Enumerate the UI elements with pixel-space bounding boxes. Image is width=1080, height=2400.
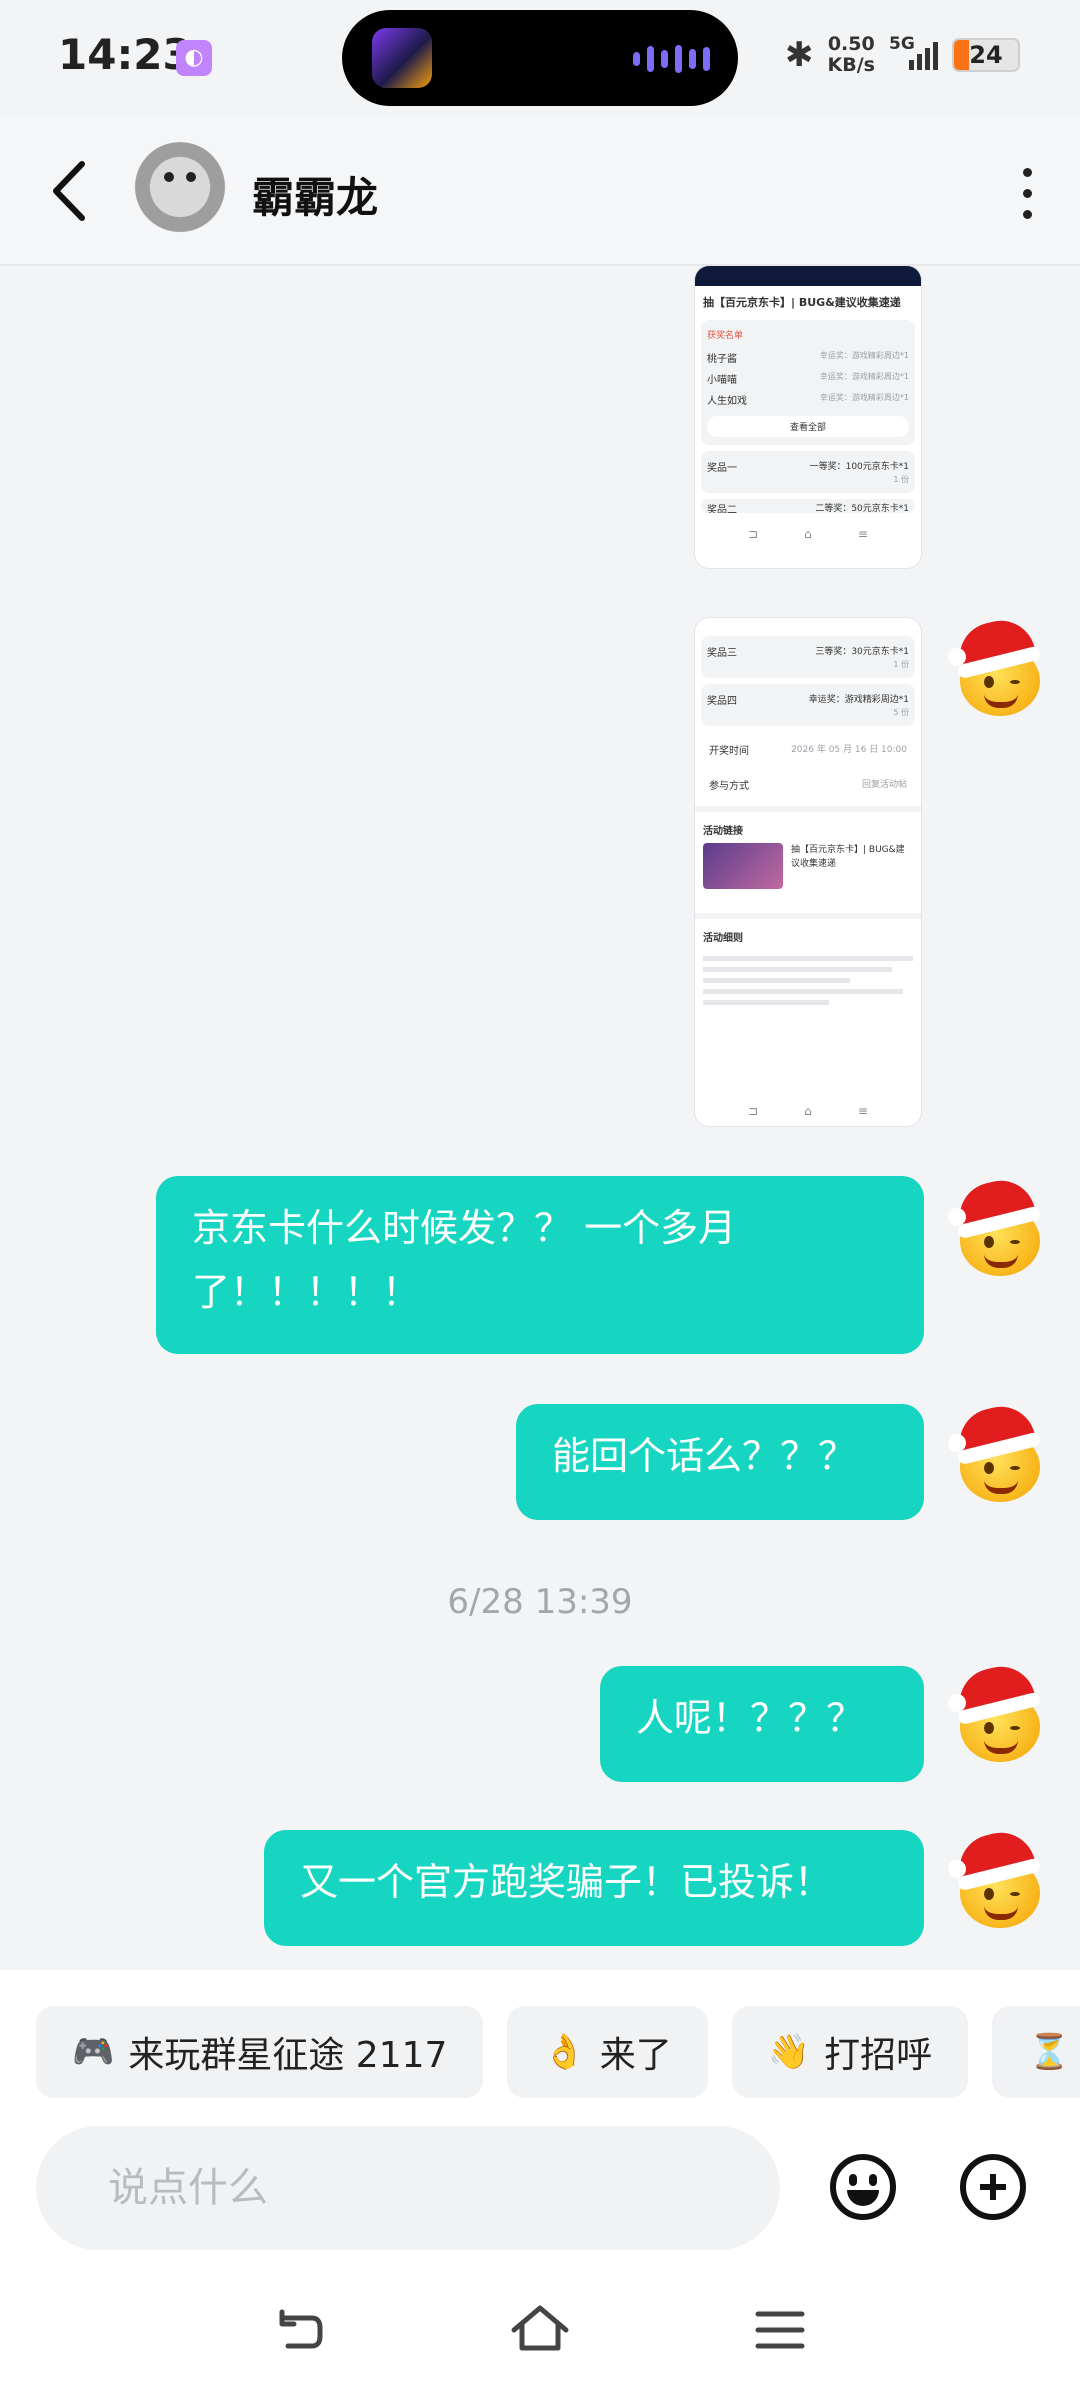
image-message[interactable]: 奖品三 三等奖：30元京东卡*1 1 份 奖品四 幸运奖：游戏精彩周边*1 5 … [695, 618, 921, 1126]
prize-row: 奖品一 一等奖：100元京东卡*1 1 份 [701, 451, 915, 493]
chat-screen: 14:23 ◐ ✱ 0.50 KB/s 5G 24 霸霸龙 抽【百元京东卡】| … [0, 0, 1080, 2400]
user-avatar[interactable] [948, 613, 1048, 718]
home-icon [511, 2305, 569, 2351]
message-bubble[interactable]: 又一个官方跑奖骗子！已投诉！ [264, 1830, 924, 1946]
message-list[interactable]: 抽【百元京东卡】| BUG&建议收集速递 获奖名单 桃子酱 幸运奖：游戏精彩周边… [0, 266, 1080, 1970]
signal-icon: 5G [889, 34, 938, 70]
draw-time-row: 开奖时间 2026 年 05 月 16 日 10:00 [709, 745, 907, 757]
message-input[interactable] [36, 2126, 780, 2250]
join-method-row: 参与方式 回复活动帖 [709, 780, 907, 792]
quick-reply-chip[interactable]: 🎮 来玩群星征途 2117 [36, 2006, 484, 2098]
hourglass-icon: ⏳ [1028, 2032, 1071, 2072]
user-avatar[interactable] [948, 1173, 1048, 1278]
menu-icon [755, 2311, 805, 2349]
status-time: 14:23 [58, 30, 192, 79]
status-indicators: ✱ 0.50 KB/s 5G 24 [785, 34, 1020, 76]
prize-row: 奖品四 幸运奖：游戏精彩周边*1 5 份 [701, 684, 915, 726]
message-bubble[interactable]: 京东卡什么时候发？？ 一个多月 了！！！！！ [156, 1176, 924, 1354]
winner-row: 小喵喵 幸运奖：游戏精彩周边*1 [707, 372, 909, 386]
message-bubble[interactable]: 能回个话么？？？ [516, 1404, 924, 1520]
network-speed: 0.50 KB/s [827, 33, 875, 76]
screenshot-nav-bar: ⊐ ⌂ ≡ [748, 527, 868, 541]
back-button[interactable] [40, 156, 100, 226]
activity-thumbnail [703, 843, 783, 889]
more-dot-icon [1022, 167, 1032, 177]
audio-wave-icon [633, 44, 710, 74]
composer-panel: 🎮 来玩群星征途 2117 👌 来了 👋 打招呼 ⏳ 游戏 [0, 1970, 1080, 2400]
media-thumbnail-icon [372, 28, 432, 88]
game-controller-icon: 🎮 [72, 2032, 115, 2072]
more-dot-icon [1022, 209, 1032, 219]
prize-row: 奖品三 三等奖：30元京东卡*1 1 份 [701, 636, 915, 678]
screenshot-nav-bar: ⊐ ⌂ ≡ [748, 1104, 868, 1118]
app-notification-icon: ◐ [176, 40, 212, 76]
rules-text-placeholder [695, 956, 921, 1005]
quick-reply-chip[interactable]: 👌 来了 [507, 2006, 708, 2098]
chat-header: 霸霸龙 [0, 118, 1080, 266]
home-nav-button[interactable] [508, 2298, 572, 2362]
message-timestamp: 6/28 13:39 [447, 1582, 633, 1622]
user-avatar[interactable] [948, 1399, 1048, 1504]
winner-row: 人生如戏 幸运奖：游戏精彩周边*1 [707, 393, 909, 407]
quick-reply-chip[interactable]: 👋 打招呼 [731, 2006, 969, 2098]
image-message[interactable]: 抽【百元京东卡】| BUG&建议收集速递 获奖名单 桃子酱 幸运奖：游戏精彩周边… [695, 266, 921, 568]
input-row [36, 2126, 1046, 2250]
user-avatar[interactable] [948, 1825, 1048, 1930]
back-nav-button[interactable] [268, 2298, 332, 2362]
contact-avatar[interactable] [130, 142, 230, 242]
chevron-left-icon [53, 161, 85, 221]
ok-hand-icon: 👌 [543, 2032, 586, 2072]
activity-link-card: 抽【百元京东卡】| BUG&建议收集速递 [695, 843, 921, 889]
bluetooth-icon: ✱ [785, 35, 814, 75]
quick-reply-chip[interactable]: ⏳ 游戏 [992, 2006, 1080, 2098]
more-dot-icon [1022, 188, 1032, 198]
more-options-button[interactable] [1002, 158, 1052, 228]
message-bubble[interactable]: 人呢！？？？ [600, 1666, 924, 1782]
back-nav-icon [279, 2309, 323, 2349]
quick-reply-bar[interactable]: 🎮 来玩群星征途 2117 👌 来了 👋 打招呼 ⏳ 游戏 [36, 2006, 1080, 2098]
emoji-button[interactable] [830, 2154, 896, 2220]
winner-row: 桃子酱 幸运奖：游戏精彩周边*1 [707, 351, 909, 365]
system-navigation-bar [0, 2270, 1080, 2400]
recents-nav-button[interactable] [748, 2298, 812, 2362]
contact-name[interactable]: 霸霸龙 [252, 164, 378, 225]
dynamic-island[interactable] [342, 10, 738, 106]
winners-list: 获奖名单 桃子酱 幸运奖：游戏精彩周边*1 小喵喵 幸运奖：游戏精彩周边*1 人… [701, 320, 915, 445]
battery-icon: 24 [952, 38, 1020, 72]
user-avatar[interactable] [948, 1659, 1048, 1764]
status-bar: 14:23 ◐ ✱ 0.50 KB/s 5G 24 [0, 0, 1080, 118]
prize-row: 奖品二 二等奖：50元京东卡*1 [701, 499, 915, 513]
waving-hand-icon: 👋 [767, 2032, 811, 2072]
add-attachment-button[interactable] [960, 2154, 1026, 2220]
